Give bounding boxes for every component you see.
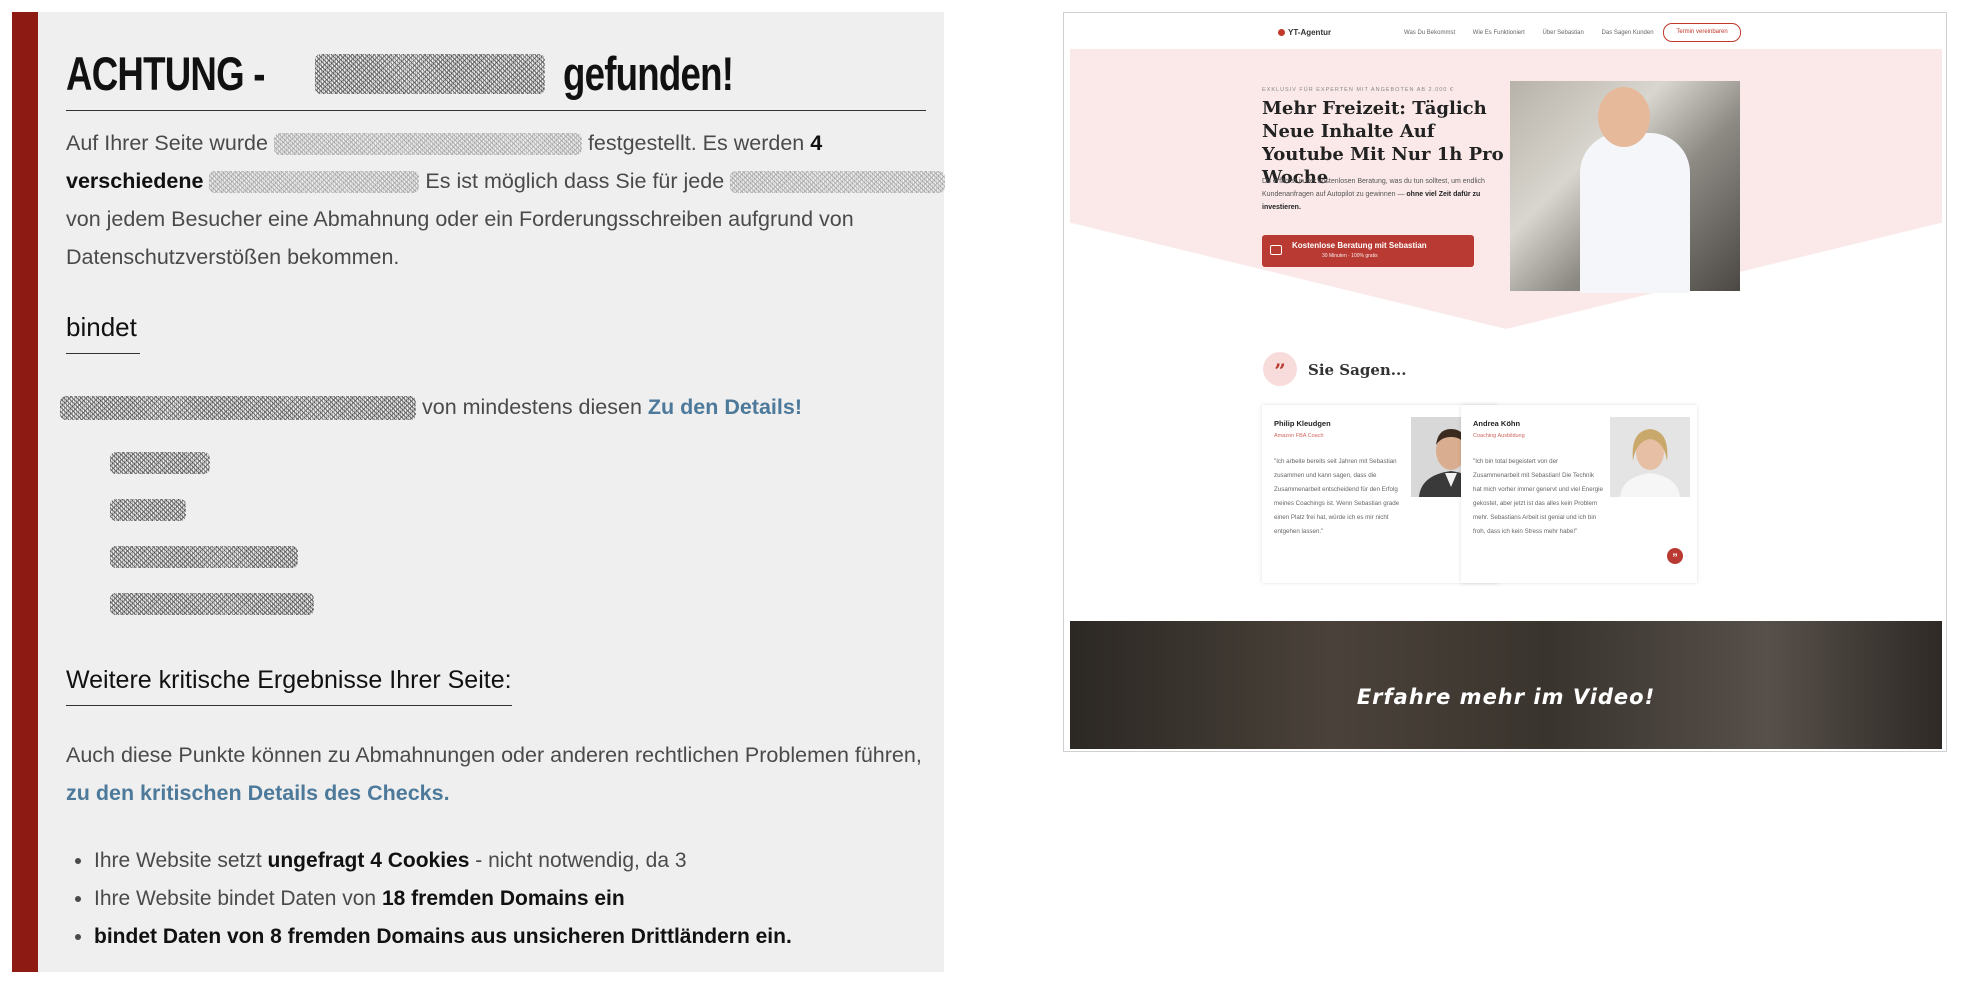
bullet-strong: 18 fremden Domains ein [381, 887, 625, 910]
cta-label: Kostenlose Beratung mit Sebastian [1292, 241, 1427, 250]
hero-text: Du erfährst in der kostenlosen Beratung,… [1262, 175, 1492, 214]
video-banner[interactable]: Erfahre mehr im Video! [1070, 621, 1942, 749]
photo-figure [1580, 133, 1690, 293]
list-item: Ihre Website setzt ungefragt 4 Cookies -… [94, 842, 792, 880]
nav-link[interactable]: Das Sagen Kunden [1602, 30, 1654, 36]
quote-icon: ” [1667, 548, 1683, 564]
intro-text-d: Es ist möglich dass Sie für jede [425, 169, 725, 193]
intro-text-c: verschiedene [66, 169, 204, 193]
headline-prefix: ACHTUNG - [66, 47, 265, 101]
hero-kicker: EXKLUSIV FÜR EXPERTEN MIT ANGEBOTEN AB 2… [1262, 87, 1454, 93]
cta-sublabel: 30 Minuten · 100% gratis [1322, 253, 1378, 259]
bindet-line-text: von mindestens diesen [421, 395, 642, 419]
details-link[interactable]: Zu den Details! [648, 395, 802, 419]
nav-link[interactable]: Über Sebastian [1543, 30, 1584, 36]
weitere-text: Auch diese Punkte können zu Abmahnungen … [66, 743, 922, 767]
bullet-text: - nicht notwendig, da 3 [475, 849, 687, 872]
book-appointment-button[interactable]: Termin vereinbaren [1663, 23, 1741, 42]
bullet-text: Ihre Website bindet Daten von [94, 887, 377, 910]
testimonials-title: Sie Sagen... [1308, 361, 1407, 379]
nav-link[interactable]: Was Du Bekommst [1404, 30, 1455, 36]
redacted-item [110, 499, 186, 521]
privacy-report-panel: ACHTUNG - gefunden! Auf Ihrer Seite wurd… [12, 12, 946, 972]
hero-photo [1510, 81, 1740, 293]
accent-bar [12, 12, 38, 972]
redacted-headline [314, 53, 545, 94]
redacted-item [110, 452, 210, 474]
redacted-text [730, 171, 946, 194]
consultation-cta-button[interactable]: Kostenlose Beratung mit Sebastian 30 Min… [1262, 235, 1474, 267]
findings-list: Ihre Website setzt ungefragt 4 Cookies -… [66, 842, 792, 956]
redacted-text [60, 396, 416, 421]
bullet-text: Ihre Website setzt [94, 849, 262, 872]
redacted-item [110, 593, 314, 615]
bindet-heading: bindet [66, 312, 140, 354]
intro-text-e: von jedem Besucher eine Abmahnung oder e… [66, 207, 854, 269]
testimonial-text: "Ich bin total begeistert von der Zusamm… [1473, 458, 1603, 535]
testimonial-card: Andrea Köhn Coaching Ausbildung "Ich bin… [1461, 405, 1697, 583]
chat-icon [1270, 245, 1282, 255]
testimonial-avatar [1610, 417, 1690, 497]
video-caption: Erfahre mehr im Video! [1356, 685, 1656, 709]
list-item: Ihre Website bindet Daten von 18 fremden… [94, 880, 792, 918]
logo-icon [1278, 29, 1285, 37]
website-screenshot: YT-Agentur Was Du Bekommst Wie Es Funkti… [1063, 12, 1947, 752]
nav-links: Was Du Bekommst Wie Es Funktioniert Über… [1404, 30, 1670, 36]
intro-text-b: festgestellt. Es werden [587, 131, 805, 155]
site-logo[interactable]: YT-Agentur [1278, 28, 1331, 37]
weitere-paragraph: Auch diese Punkte können zu Abmahnungen … [66, 736, 946, 812]
quote-icon: ” [1263, 352, 1297, 386]
list-item: bindet Daten von 8 fremden Domains aus u… [94, 918, 792, 956]
testimonial-role: Amazon FBA Coach [1274, 433, 1324, 439]
testimonial-name: Andrea Köhn [1473, 419, 1521, 428]
hero-background [1070, 49, 1942, 329]
redacted-item [110, 546, 298, 568]
redacted-text [209, 171, 420, 194]
testimonial-text: "Ich arbeite bereits seit Jahren mit Seb… [1274, 458, 1400, 535]
headline-suffix: gefunden! [562, 47, 734, 101]
redacted-text [273, 133, 582, 156]
bullet-strong: ungefragt 4 Cookies [267, 849, 470, 872]
photo-head [1598, 87, 1650, 147]
intro-count: 4 [810, 131, 823, 155]
intro-text-a: Auf Ihrer Seite wurde [66, 131, 268, 155]
bindet-line: von mindestens diesen Zu den Details! [60, 388, 940, 426]
nav-link[interactable]: Wie Es Funktioniert [1473, 30, 1525, 36]
logo-text: YT-Agentur [1288, 28, 1332, 37]
redacted-list [110, 452, 314, 640]
testimonial-role: Coaching Ausbildung [1473, 433, 1525, 439]
bullet-strong: bindet Daten von 8 fremden Domains aus u… [94, 925, 792, 948]
testimonial-name: Philip Kleudgen [1274, 419, 1331, 428]
intro-paragraph: Auf Ihrer Seite wurde festgestellt. Es w… [66, 124, 946, 276]
critical-details-link[interactable]: zu den kritischen Details des Checks. [66, 781, 450, 805]
site-nav: YT-Agentur Was Du Bekommst Wie Es Funkti… [1064, 13, 1946, 49]
report-headline: ACHTUNG - gefunden! [66, 42, 926, 111]
weitere-heading: Weitere kritische Ergebnisse Ihrer Seite… [66, 666, 512, 706]
